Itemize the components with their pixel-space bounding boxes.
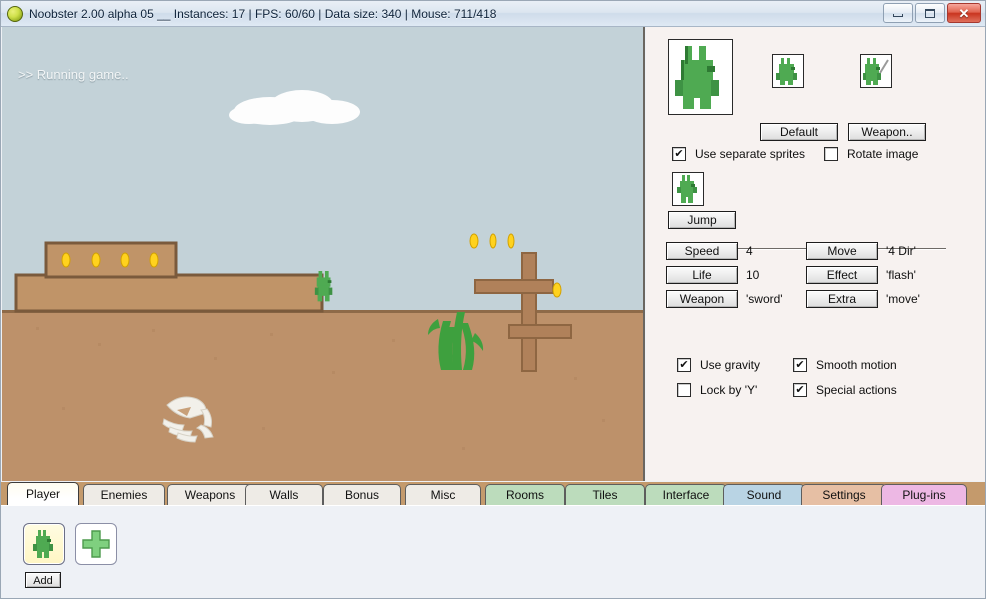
- life-button[interactable]: Life: [666, 266, 738, 284]
- use-gravity-row[interactable]: ✔ Use gravity: [677, 358, 760, 372]
- property-row: Effect 'flash': [806, 266, 920, 284]
- minimize-icon: [893, 14, 903, 17]
- weapon-button[interactable]: Weapon: [666, 290, 738, 308]
- maximize-button[interactable]: [915, 3, 945, 23]
- weapon-sprite-svg: [861, 55, 891, 87]
- game-preview-canvas[interactable]: >> Running game..: [2, 27, 645, 481]
- tab-walls[interactable]: Walls: [245, 484, 323, 505]
- extra-button[interactable]: Extra: [806, 290, 878, 308]
- property-fields-right: Move '4 Dir' Effect 'flash' Extra 'move': [806, 242, 920, 314]
- weapon-sprite-button[interactable]: Weapon..: [848, 123, 926, 141]
- tab-bonus[interactable]: Bonus: [323, 484, 401, 505]
- lock-by-y-label: Lock by 'Y': [700, 383, 758, 397]
- tab-sound[interactable]: Sound: [723, 484, 805, 505]
- life-value: 10: [746, 268, 760, 282]
- tab-weapons[interactable]: Weapons: [167, 484, 253, 505]
- tab-player[interactable]: Player: [7, 482, 79, 505]
- use-gravity-checkbox[interactable]: ✔: [677, 358, 691, 372]
- property-row: Life 10: [666, 266, 783, 284]
- tab-rooms[interactable]: Rooms: [485, 484, 565, 505]
- lock-by-y-row[interactable]: Lock by 'Y': [677, 383, 757, 397]
- plus-icon: [82, 530, 110, 558]
- move-value: '4 Dir': [886, 244, 916, 258]
- minimize-button[interactable]: [883, 3, 913, 23]
- use-gravity-label: Use gravity: [700, 358, 761, 372]
- use-separate-sprites-label: Use separate sprites: [695, 147, 806, 161]
- extra-value: 'move': [886, 292, 920, 306]
- instance-slot-player[interactable]: [23, 523, 65, 565]
- lock-by-y-checkbox[interactable]: [677, 383, 691, 397]
- weapon-sprite-preview[interactable]: [860, 54, 892, 88]
- application-window: Noobster 2.00 alpha 05 __ Instances: 17 …: [0, 0, 986, 599]
- add-instance-button[interactable]: [75, 523, 117, 565]
- property-row: Move '4 Dir': [806, 242, 920, 260]
- tab-tiles[interactable]: Tiles: [565, 484, 645, 505]
- move-button[interactable]: Move: [806, 242, 878, 260]
- default-sprite-preview[interactable]: [772, 54, 804, 88]
- use-separate-sprites-row[interactable]: ✔ Use separate sprites: [672, 147, 805, 161]
- window-controls: ✕: [883, 3, 981, 23]
- property-row: Weapon 'sword': [666, 290, 783, 308]
- special-actions-row[interactable]: ✔ Special actions: [793, 383, 897, 397]
- window-title: Noobster 2.00 alpha 05 __ Instances: 17 …: [29, 6, 497, 21]
- property-row: Speed 4: [666, 242, 783, 260]
- special-actions-checkbox[interactable]: ✔: [793, 383, 807, 397]
- effect-value: 'flash': [886, 268, 916, 282]
- weapon-value: 'sword': [746, 292, 783, 306]
- effect-button[interactable]: Effect: [806, 266, 878, 284]
- rotate-image-row[interactable]: Rotate image: [824, 147, 918, 161]
- close-icon: ✕: [958, 5, 970, 21]
- use-separate-sprites-checkbox[interactable]: ✔: [672, 147, 686, 161]
- category-tab-bar: Player Enemies Weapons Walls Bonus Misc …: [1, 482, 985, 505]
- property-fields-left: Speed 4 Life 10 Weapon 'sword': [666, 242, 783, 314]
- jump-sprite-button[interactable]: Jump: [668, 211, 736, 229]
- smooth-motion-checkbox[interactable]: ✔: [793, 358, 807, 372]
- jump-sprite-preview[interactable]: [672, 172, 704, 206]
- maximize-icon: [925, 8, 935, 18]
- player-sprite-small-svg: [33, 530, 53, 558]
- rotate-image-checkbox[interactable]: [824, 147, 838, 161]
- tab-settings[interactable]: Settings: [801, 484, 887, 505]
- speed-button[interactable]: Speed: [666, 242, 738, 260]
- special-actions-label: Special actions: [816, 383, 897, 397]
- tab-enemies[interactable]: Enemies: [83, 484, 165, 505]
- add-label-button[interactable]: Add: [25, 572, 61, 588]
- player-sprite-preview-large[interactable]: [668, 39, 733, 115]
- running-status-text: >> Running game..: [18, 67, 129, 82]
- close-button[interactable]: ✕: [947, 3, 981, 23]
- rotate-image-label: Rotate image: [847, 147, 919, 161]
- jump-sprite-svg: [673, 173, 703, 205]
- properties-panel: Default Weapon.. ✔ Use separate sprites …: [646, 27, 985, 481]
- platform-middle: [14, 273, 324, 313]
- smooth-motion-row[interactable]: ✔ Smooth motion: [793, 358, 897, 372]
- tab-plugins[interactable]: Plug-ins: [881, 484, 967, 505]
- property-row: Extra 'move': [806, 290, 920, 308]
- default-sprite-svg: [773, 55, 803, 87]
- app-orb-icon: [7, 5, 23, 22]
- tab-misc[interactable]: Misc: [405, 484, 481, 505]
- game-scene: [2, 27, 643, 481]
- smooth-motion-label: Smooth motion: [816, 358, 897, 372]
- speed-value: 4: [746, 244, 753, 258]
- instances-panel: Add: [1, 505, 985, 598]
- default-sprite-button[interactable]: Default: [760, 123, 838, 141]
- tab-interface[interactable]: Interface: [645, 484, 727, 505]
- title-bar: Noobster 2.00 alpha 05 __ Instances: 17 …: [1, 1, 985, 27]
- player-sprite-large-svg: [669, 40, 732, 114]
